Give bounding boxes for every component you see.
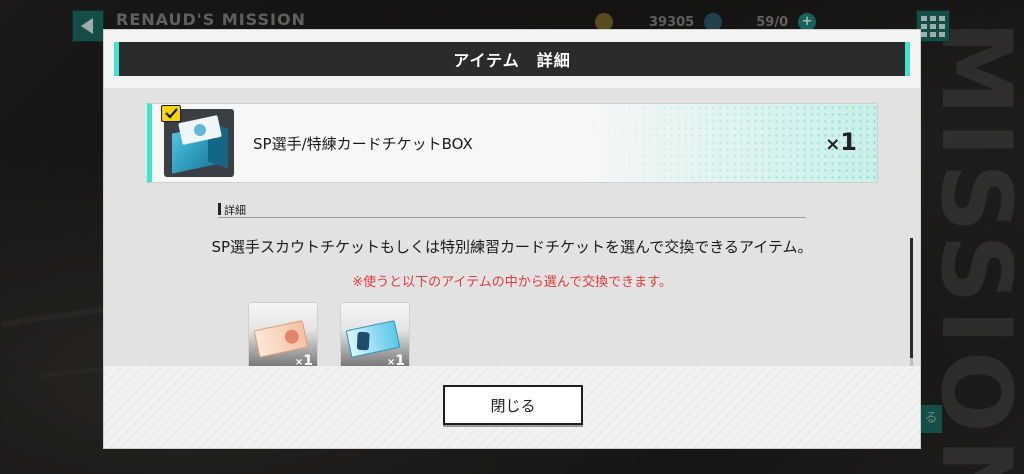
- item-quantity: ×1: [825, 128, 857, 156]
- qty-value: 1: [840, 128, 857, 156]
- scrollbar-thumb[interactable]: [910, 238, 913, 358]
- modal-footer: 閉じる: [104, 366, 920, 448]
- reward-item-scout-ticket[interactable]: ×1: [248, 302, 318, 372]
- item-description: SP選手スカウトチケットもしくは特別練習カードチケットを選んで交換できるアイテム…: [211, 238, 813, 256]
- item-thumbnail: [161, 105, 234, 177]
- qty-prefix: ×: [825, 134, 841, 155]
- check-icon: [164, 108, 178, 119]
- section-label-details: 詳細: [218, 202, 806, 218]
- check-badge: [161, 105, 181, 122]
- modal-header: アイテム 詳細: [114, 42, 910, 76]
- item-detail-modal: アイテム 詳細 SP選手/特練カードチケットBOX ×1 詳細 SP選手スカウト…: [103, 29, 921, 449]
- close-button[interactable]: 閉じる: [443, 385, 583, 425]
- item-note: ※使うと以下のアイテムの中から選んで交換できます。: [352, 275, 672, 290]
- modal-body[interactable]: SP選手/特練カードチケットBOX ×1 詳細 SP選手スカウトチケットもしくは…: [104, 88, 920, 398]
- scrollbar[interactable]: [910, 238, 913, 370]
- item-name: SP選手/特練カードチケットBOX: [253, 135, 473, 153]
- item-card: SP選手/特練カードチケットBOX ×1: [147, 103, 878, 183]
- reward-item-training-ticket[interactable]: ×1: [340, 302, 410, 372]
- modal-title: アイテム 詳細: [453, 51, 571, 70]
